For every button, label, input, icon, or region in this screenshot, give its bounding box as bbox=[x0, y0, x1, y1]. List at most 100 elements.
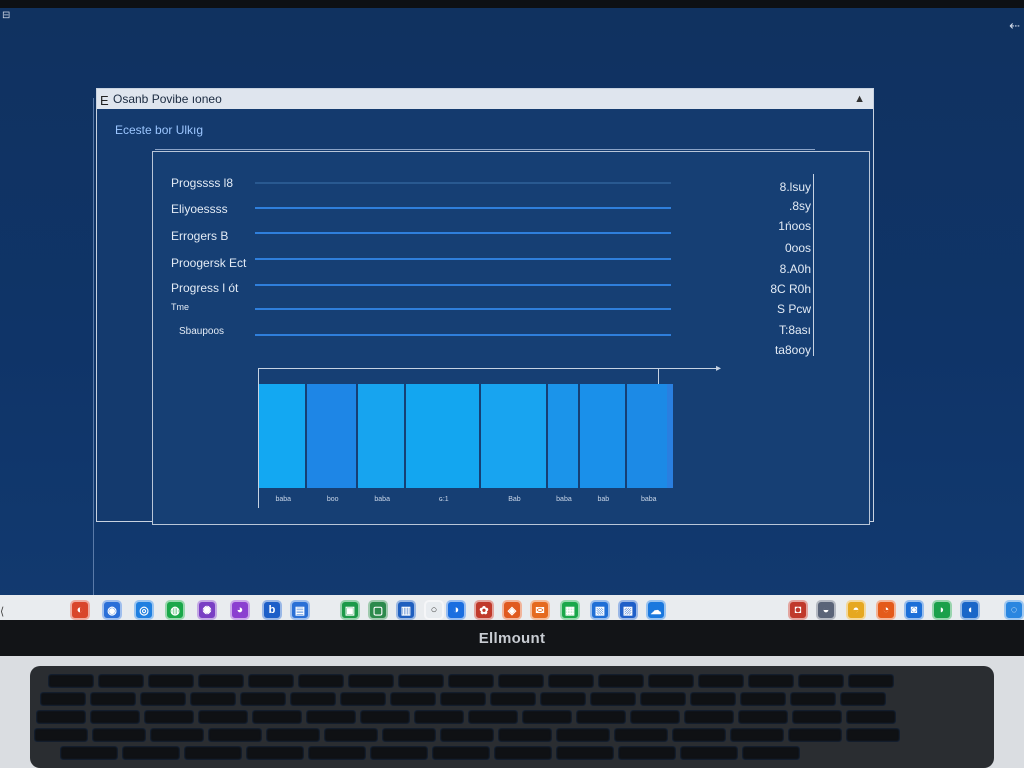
bar-label: ɢ:1 bbox=[438, 496, 449, 503]
back-arrow-icon[interactable]: ⇠ bbox=[1009, 18, 1020, 34]
keyboard-key bbox=[382, 728, 436, 742]
doc-app-icon[interactable]: ▢ bbox=[368, 600, 388, 620]
store-app-icon[interactable]: ▧ bbox=[590, 600, 610, 620]
mail-app-icon[interactable]: ✉ bbox=[530, 600, 550, 620]
row-label: Proogersk Ect bbox=[171, 256, 247, 270]
green2-app-icon[interactable]: ◗ bbox=[932, 600, 952, 620]
chart-bar bbox=[580, 384, 625, 488]
keyboard-key bbox=[698, 674, 744, 688]
keyboard bbox=[30, 666, 994, 768]
keyboard-key bbox=[60, 746, 118, 760]
drive-app-icon[interactable]: ▨ bbox=[618, 600, 638, 620]
keyboard-key bbox=[648, 674, 694, 688]
row-label: Progress l ót bbox=[171, 281, 239, 295]
keyboard-key bbox=[684, 710, 734, 724]
firefox-app-icon[interactable]: ◔ bbox=[876, 600, 896, 620]
keyboard-key bbox=[48, 674, 94, 688]
chart-bar bbox=[406, 384, 480, 488]
chart-top-axis bbox=[258, 368, 720, 369]
keyboard-key bbox=[498, 674, 544, 688]
keyboard-key bbox=[298, 674, 344, 688]
chat-app-icon[interactable]: ◍ bbox=[165, 600, 185, 620]
row-value: ta8ooy bbox=[774, 343, 811, 357]
row-label: Errogers B bbox=[171, 229, 229, 243]
keyboard-key bbox=[92, 728, 146, 742]
axis-arrow-icon: ▸ bbox=[716, 363, 722, 374]
window-titlebar[interactable]: E Osanb Povibe ıoneo ▲ bbox=[97, 89, 873, 109]
keyboard-key bbox=[576, 710, 626, 724]
keyboard-key bbox=[208, 728, 262, 742]
row-line bbox=[255, 284, 671, 286]
orange-app-icon[interactable]: ◈ bbox=[502, 600, 522, 620]
b-app-icon[interactable]: b bbox=[262, 600, 282, 620]
keyboard-key bbox=[90, 692, 136, 706]
keyboard-key bbox=[440, 692, 486, 706]
keyboard-key bbox=[672, 728, 726, 742]
keyboard-key bbox=[360, 710, 410, 724]
keyboard-key bbox=[370, 746, 428, 760]
value-divider bbox=[813, 174, 814, 356]
photos-app-icon[interactable]: ◐ bbox=[70, 600, 90, 620]
keyboard-key bbox=[290, 692, 336, 706]
cloud-app-icon[interactable]: ☁ bbox=[646, 600, 666, 620]
keyboard-key bbox=[308, 746, 366, 760]
window-control-icon[interactable]: ▲ bbox=[854, 89, 865, 109]
keyboard-key bbox=[548, 674, 594, 688]
media-app-icon[interactable]: ✿ bbox=[474, 600, 494, 620]
chart-bar bbox=[481, 384, 546, 488]
folder-app-icon[interactable]: ▤ bbox=[290, 600, 310, 620]
keyboard-key bbox=[498, 728, 552, 742]
settings-app-icon[interactable]: ✺ bbox=[197, 600, 217, 620]
keyboard-key bbox=[522, 710, 572, 724]
tool-app-icon[interactable]: ◘ bbox=[788, 600, 808, 620]
notes-app-icon[interactable]: ▥ bbox=[396, 600, 416, 620]
brand-logo: Ellmount bbox=[478, 630, 546, 647]
keyboard-key bbox=[468, 710, 518, 724]
keyboard-key bbox=[618, 746, 676, 760]
keyboard-key bbox=[790, 692, 836, 706]
section-heading: Eceste bor Ulkıg bbox=[115, 123, 204, 137]
circle-app-icon[interactable]: ○ bbox=[424, 600, 444, 620]
safari-app-icon[interactable]: ◑ bbox=[446, 600, 466, 620]
globe-app-icon[interactable]: ◖ bbox=[960, 600, 980, 620]
window-menu-icon[interactable]: ⊟ bbox=[2, 10, 24, 22]
keyboard-key bbox=[798, 674, 844, 688]
keyboard-key bbox=[148, 674, 194, 688]
messages-app-icon[interactable]: ◉ bbox=[102, 600, 122, 620]
keyboard-key bbox=[240, 692, 286, 706]
row-value: 8C R0h bbox=[770, 282, 811, 296]
row-label: Sbaupoos bbox=[179, 326, 225, 337]
keyboard-key bbox=[252, 710, 302, 724]
keyboard-key bbox=[640, 692, 686, 706]
chart-bar bbox=[626, 384, 669, 488]
row-line bbox=[255, 207, 671, 209]
grey-app-icon[interactable]: ◒ bbox=[816, 600, 836, 620]
row-line bbox=[255, 308, 671, 310]
keyboard-key bbox=[690, 692, 736, 706]
keyboard-key bbox=[738, 710, 788, 724]
row-value: 8.A0h bbox=[779, 262, 811, 276]
keyboard-key bbox=[614, 728, 668, 742]
row-line bbox=[255, 232, 671, 234]
chart-bar bbox=[357, 384, 405, 488]
keyboard-key bbox=[198, 674, 244, 688]
keyboard-key bbox=[248, 674, 294, 688]
keyboard-key bbox=[246, 746, 304, 760]
keyboard-key bbox=[490, 692, 536, 706]
chat2-app-icon[interactable]: ◌ bbox=[1004, 600, 1024, 620]
bar-label: baba bbox=[275, 496, 292, 503]
blue-app-icon[interactable]: ◙ bbox=[904, 600, 924, 620]
chart-bar bbox=[307, 384, 356, 488]
sheets-app-icon[interactable]: ▣ bbox=[340, 600, 360, 620]
yellow-app-icon[interactable]: ◓ bbox=[846, 600, 866, 620]
taskbar: ⟨ ◐ ◉ ◎ ◍ ✺ ◕ b ▤ ▣ ▢ ▥ ○ ◑ ✿ ◈ ✉ ▦ ▧ ▨ ☁ ◘ ◒ ◓ ◔ ◙ ◗ ◖ ◌ bbox=[0, 595, 1024, 620]
chart-bar bbox=[259, 384, 306, 488]
keyboard-key bbox=[598, 674, 644, 688]
keyboard-key bbox=[198, 710, 248, 724]
browser-app-icon[interactable]: ◎ bbox=[134, 600, 154, 620]
purple-app-icon[interactable]: ◕ bbox=[230, 600, 250, 620]
keyboard-key bbox=[630, 710, 680, 724]
green-app-icon[interactable]: ▦ bbox=[560, 600, 580, 620]
keyboard-key bbox=[846, 728, 900, 742]
row-label: Eliyoessss bbox=[171, 202, 228, 216]
